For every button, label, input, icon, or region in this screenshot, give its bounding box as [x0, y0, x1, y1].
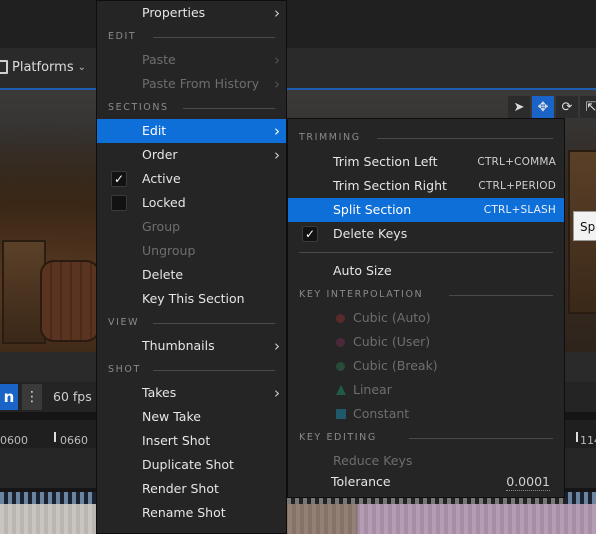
platforms-icon — [0, 60, 8, 74]
viewport-transform-toolbar: ➤ ✥ ⟳ ⇱ — [508, 96, 596, 118]
shortcut-label: CTRL+PERIOD — [478, 180, 556, 192]
menu-item-rename-shot[interactable]: Rename Shot — [97, 501, 286, 525]
checkbox-checked[interactable]: ✓ — [302, 226, 318, 242]
section-header-edit: EDIT — [108, 31, 275, 42]
fps-label[interactable]: 60 fps — [53, 389, 92, 404]
menu-item-order[interactable]: Order › — [97, 143, 286, 167]
cubic-user-icon — [336, 338, 345, 347]
menu-item-ungroup[interactable]: Ungroup — [97, 239, 286, 263]
ruler-tick: 114 — [580, 434, 596, 447]
chevron-right-icon: › — [274, 146, 280, 164]
tick-mark — [576, 432, 578, 442]
menu-item-properties[interactable]: Properties › — [97, 1, 286, 25]
menu-divider — [299, 252, 553, 253]
menu-item-paste[interactable]: Paste › — [97, 48, 286, 72]
shortcut-label: CTRL+SLASH — [483, 204, 556, 216]
constant-icon — [336, 409, 346, 419]
section-context-menu: Properties › EDIT Paste › Paste From His… — [96, 0, 287, 534]
menu-item-takes[interactable]: Takes › — [97, 381, 286, 405]
menu-item-render-shot[interactable]: Render Shot — [97, 477, 286, 501]
menu-item-delete[interactable]: Delete — [97, 263, 286, 287]
platforms-button[interactable]: Platforms ⌄ — [0, 57, 86, 77]
menu-item-cubic-break[interactable]: Cubic (Break) — [288, 354, 564, 378]
menu-item-constant[interactable]: Constant — [288, 402, 564, 426]
top-toolbar — [0, 0, 596, 48]
menu-item-insert-shot[interactable]: Insert Shot — [97, 429, 286, 453]
menu-item-trim-section-left[interactable]: Trim Section Left CTRL+COMMA — [288, 150, 564, 174]
section-header-trimming: TRIMMING — [299, 132, 553, 143]
select-icon[interactable]: ➤ — [508, 96, 530, 118]
rotate-icon[interactable]: ⟳ — [556, 96, 578, 118]
edit-submenu: TRIMMING Trim Section Left CTRL+COMMA Tr… — [287, 118, 565, 498]
barrel-prop — [40, 260, 100, 342]
scale-icon[interactable]: ⇱ — [580, 96, 596, 118]
menu-item-split-section[interactable]: Split Section CTRL+SLASH — [288, 198, 564, 222]
menu-item-linear[interactable]: Linear — [288, 378, 564, 402]
shortcut-label: CTRL+COMMA — [477, 156, 556, 168]
more-options-icon[interactable]: ⋮ — [22, 384, 42, 410]
chevron-right-icon: › — [274, 122, 280, 140]
chevron-right-icon: › — [274, 384, 280, 402]
tooltip: Spl — [573, 211, 596, 241]
menu-item-paste-from-history[interactable]: Paste From History › — [97, 72, 286, 96]
menu-item-key-this-section[interactable]: Key This Section — [97, 287, 286, 311]
cubic-auto-icon — [336, 314, 345, 323]
section-header-key-interpolation: KEY INTERPOLATION — [299, 289, 553, 300]
level-toolbar — [0, 48, 596, 90]
checkbox-checked[interactable]: ✓ — [111, 171, 127, 187]
menu-item-trim-section-right[interactable]: Trim Section Right CTRL+PERIOD — [288, 174, 564, 198]
section-header-shot: SHOT — [108, 364, 275, 375]
tolerance-row: Tolerance 0.0001 — [288, 470, 564, 494]
platforms-label: Platforms — [12, 59, 74, 75]
section-header-key-editing: KEY EDITING — [299, 432, 553, 443]
ruler-tick: 0660 — [60, 434, 88, 447]
menu-item-auto-size[interactable]: Auto Size — [288, 259, 564, 283]
shot-thumbnail — [0, 504, 596, 534]
section-header-sections: SECTIONS — [108, 102, 275, 113]
checkbox-unchecked[interactable] — [111, 195, 127, 211]
section-header-view: VIEW — [108, 317, 275, 328]
chevron-right-icon: › — [274, 75, 280, 93]
menu-item-thumbnails[interactable]: Thumbnails › — [97, 334, 286, 358]
menu-item-new-take[interactable]: New Take — [97, 405, 286, 429]
tick-mark — [54, 432, 56, 442]
chevron-down-icon: ⌄ — [77, 61, 86, 73]
menu-item-active[interactable]: ✓ Active — [97, 167, 286, 191]
tolerance-label: Tolerance — [331, 474, 391, 489]
chevron-right-icon: › — [274, 51, 280, 69]
chevron-right-icon: › — [274, 337, 280, 355]
menu-item-cubic-user[interactable]: Cubic (User) — [288, 330, 564, 354]
tolerance-input[interactable]: 0.0001 — [506, 474, 550, 491]
menu-item-edit[interactable]: Edit › — [97, 119, 286, 143]
chevron-right-icon: › — [274, 4, 280, 22]
sequencer-logo-button[interactable]: n — [0, 384, 18, 410]
submenu-filmstrip-edge — [287, 498, 565, 504]
menu-item-locked[interactable]: Locked — [97, 191, 286, 215]
menu-item-duplicate-shot[interactable]: Duplicate Shot — [97, 453, 286, 477]
menu-item-group[interactable]: Group — [97, 215, 286, 239]
cubic-break-icon — [336, 362, 345, 371]
menu-item-cubic-auto[interactable]: Cubic (Auto) — [288, 306, 564, 330]
menu-item-delete-keys[interactable]: ✓ Delete Keys — [288, 222, 564, 246]
ruler-tick: 0600 — [0, 434, 28, 447]
move-icon[interactable]: ✥ — [532, 96, 554, 118]
linear-icon — [336, 385, 346, 395]
